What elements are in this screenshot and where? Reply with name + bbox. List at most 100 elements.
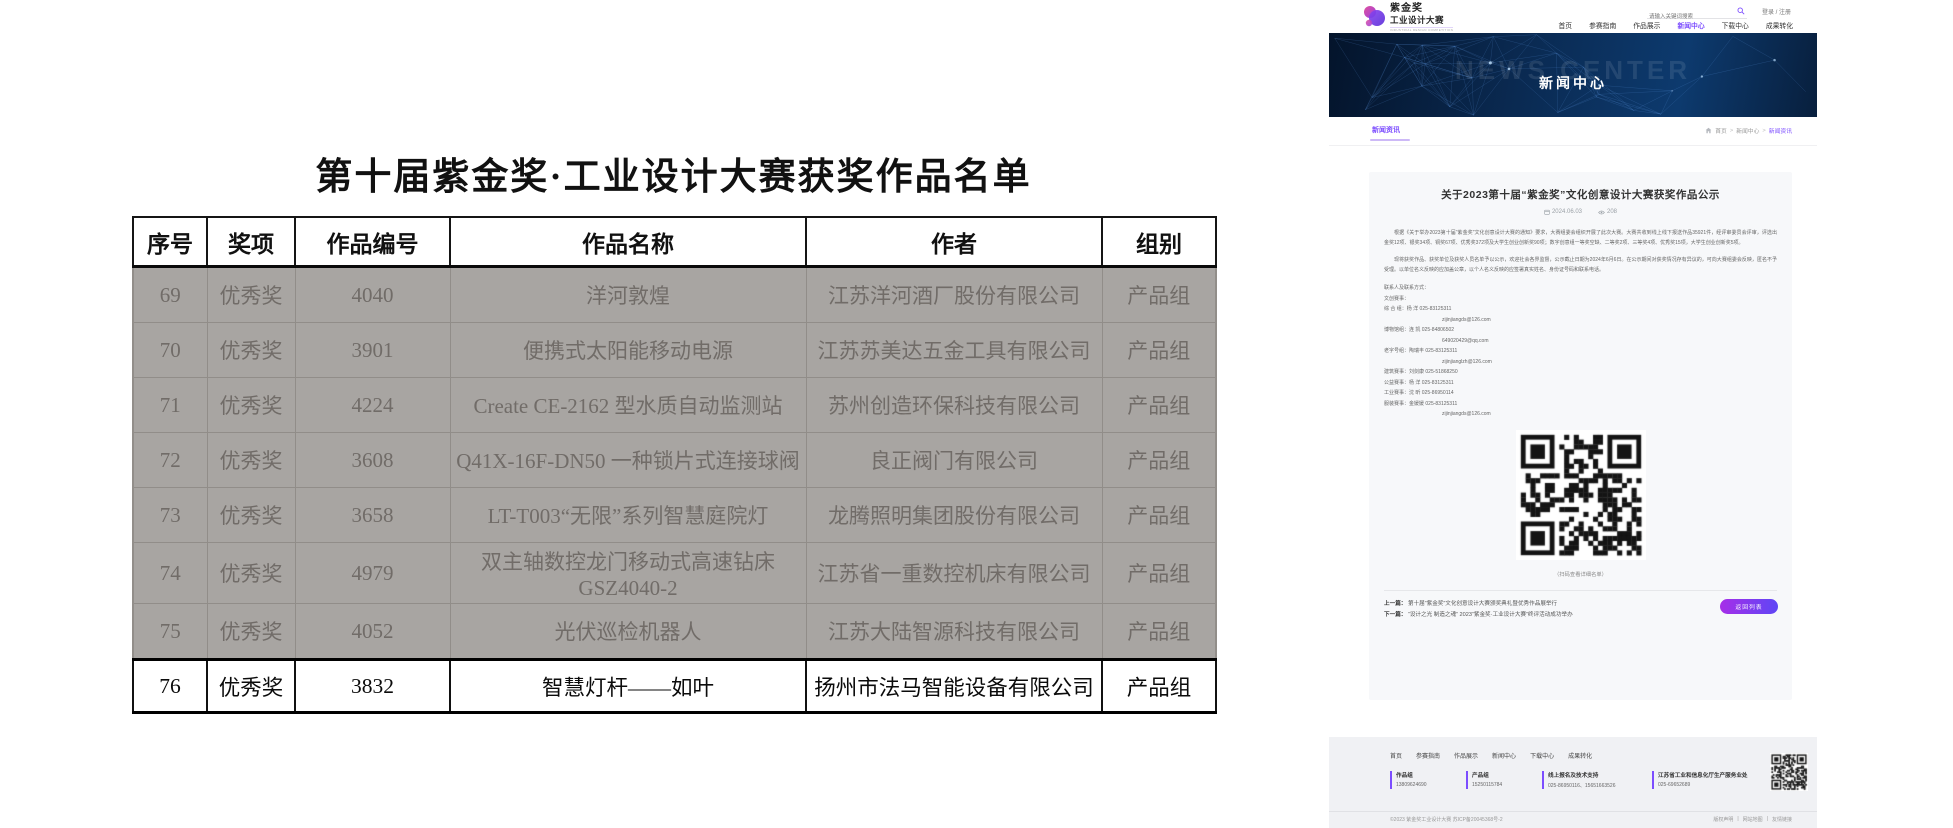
footer-link-separator: | bbox=[1767, 816, 1768, 823]
search-icon[interactable] bbox=[1737, 7, 1745, 15]
contact-line: 综 合 组：杨 洋 025-83125311 bbox=[1384, 304, 1777, 315]
breadcrumb-item[interactable]: 首页 bbox=[1715, 126, 1727, 135]
nav-item-参赛指南[interactable]: 参赛指南 bbox=[1589, 20, 1616, 30]
table-cell: 优秀奖 bbox=[207, 543, 295, 604]
footer-contact-block: 作品组13809624690 bbox=[1390, 771, 1454, 789]
table-cell: 4979 bbox=[295, 543, 450, 604]
table-cell: 江苏洋河酒厂股份有限公司 bbox=[806, 267, 1102, 323]
table-cell: 产品组 bbox=[1102, 378, 1216, 433]
footer-link-separator: | bbox=[1737, 816, 1738, 823]
table-cell: 4224 bbox=[295, 378, 450, 433]
prev-article-link[interactable]: 第十届“紫金奖”文化创意设计大赛颁奖典礼暨优秀作品展举行 bbox=[1408, 601, 1557, 607]
table-row: 75优秀奖4052光伏巡检机器人江苏大陆智源科技有限公司产品组 bbox=[133, 604, 1216, 660]
search-input[interactable] bbox=[1647, 12, 1733, 20]
logo-subtitle: 工业设计大赛 bbox=[1390, 16, 1453, 25]
contact-line: 工业赛事：沈 昕 025-86950114 bbox=[1384, 388, 1777, 399]
register-link[interactable]: 注册 bbox=[1779, 10, 1791, 16]
table-cell: 扬州市法马智能设备有限公司 bbox=[806, 660, 1102, 713]
article-date: 2024.06.03 bbox=[1552, 209, 1582, 215]
contact-heading: 联系人及联系方式： bbox=[1384, 283, 1777, 294]
logo-icon bbox=[1363, 4, 1386, 28]
tab-underline bbox=[1370, 139, 1410, 141]
hero-title: 新闻中心 bbox=[1539, 73, 1607, 93]
footer-links: 版权声明 | 网站地图 | 友情链接 bbox=[1713, 816, 1792, 823]
calendar-icon bbox=[1544, 209, 1550, 215]
site-footer: 首页 参赛指南 作品展示 新闻中心 下载中心 成果转化 作品组13809624690产品组… bbox=[1329, 737, 1817, 828]
site-topbar: 紫金奖 工业设计大赛 INDUSTRIAL DESIGN COMPETITION… bbox=[1329, 0, 1817, 33]
nav-item-首页[interactable]: 首页 bbox=[1558, 20, 1572, 30]
site-logo[interactable]: 紫金奖 工业设计大赛 INDUSTRIAL DESIGN COMPETITION bbox=[1363, 4, 1453, 32]
table-cell: 优秀奖 bbox=[207, 660, 295, 713]
footer-contact-title: 江苏省工业和信息化厅生产服务业处 bbox=[1658, 771, 1768, 779]
footer-link[interactable]: 友情链接 bbox=[1772, 816, 1792, 823]
table-cell: 洋河敦煌 bbox=[450, 267, 806, 323]
nav-item-新闻中心[interactable]: 新闻中心 bbox=[1677, 20, 1704, 30]
qr-code-image bbox=[1516, 430, 1646, 560]
contact-line: 博物馆组：连 凯 025-84806502 bbox=[1384, 325, 1777, 336]
table-header-row: 序号奖项作品编号作品名称作者组别 bbox=[133, 217, 1216, 267]
table-cell: Create CE-2162 型水质自动监测站 bbox=[450, 378, 806, 433]
table-cell: 产品组 bbox=[1102, 604, 1216, 660]
contact-line: 649020429@qq.com bbox=[1384, 336, 1777, 347]
award-document: 第十届紫金奖·工业设计大赛获奖作品名单 序号奖项作品编号作品名称作者组别69优秀… bbox=[132, 146, 1215, 714]
next-article-link[interactable]: “设计之光 制造之魂” 2023“紫金奖·工业设计大赛”终评活动成功举办 bbox=[1408, 612, 1573, 618]
award-table: 序号奖项作品编号作品名称作者组别69优秀奖4040洋河敦煌江苏洋河酒厂股份有限公… bbox=[132, 216, 1217, 714]
table-row: 70优秀奖3901便携式太阳能移动电源江苏苏美达五金工具有限公司产品组 bbox=[133, 323, 1216, 378]
table-cell: 73 bbox=[133, 488, 207, 543]
column-header: 奖项 bbox=[207, 217, 295, 267]
logo-caption: INDUSTRIAL DESIGN COMPETITION bbox=[1390, 27, 1453, 32]
table-cell: 3832 bbox=[295, 660, 450, 713]
footer-nav-item-新闻中心[interactable]: 新闻中心 bbox=[1492, 751, 1516, 760]
footer-nav-item-首页[interactable]: 首页 bbox=[1390, 751, 1402, 760]
table-cell: 71 bbox=[133, 378, 207, 433]
column-header: 作者 bbox=[806, 217, 1102, 267]
breadcrumb-item[interactable]: 新闻中心 bbox=[1736, 126, 1759, 135]
contact-line: 建筑赛事：刘剑康 025-51868250 bbox=[1384, 367, 1777, 378]
footer-nav-item-成果转化[interactable]: 成果转化 bbox=[1568, 751, 1592, 760]
hero-banner: NEWS CENTER 新闻中心 bbox=[1329, 33, 1817, 117]
table-cell: 3608 bbox=[295, 433, 450, 488]
column-header: 作品名称 bbox=[450, 217, 806, 267]
qr-caption: （扫码查看详细名单） bbox=[1369, 570, 1792, 578]
tab-news[interactable]: 新闻资讯 bbox=[1372, 125, 1400, 135]
table-cell: LT-T003“无限”系列智慧庭院灯 bbox=[450, 488, 806, 543]
table-cell: 75 bbox=[133, 604, 207, 660]
contact-line: zijinjiangds@126.com bbox=[1384, 409, 1777, 420]
footer-link[interactable]: 版权声明 bbox=[1713, 816, 1733, 823]
footer-nav-item-下载中心[interactable]: 下载中心 bbox=[1530, 751, 1554, 760]
table-cell: 优秀奖 bbox=[207, 604, 295, 660]
footer-link[interactable]: 网站地图 bbox=[1743, 816, 1763, 823]
subnav-bar: 新闻资讯 首页>新闻中心>新闻资讯 bbox=[1329, 117, 1817, 146]
table-cell: 智慧灯杆——如叶 bbox=[450, 660, 806, 713]
nav-item-下载中心[interactable]: 下载中心 bbox=[1722, 20, 1749, 30]
footer-nav-item-参赛指南[interactable]: 参赛指南 bbox=[1416, 751, 1440, 760]
table-cell: 产品组 bbox=[1102, 488, 1216, 543]
article-views: 208 bbox=[1607, 209, 1617, 215]
breadcrumb-separator: > bbox=[1730, 128, 1733, 134]
footer-nav-item-作品展示[interactable]: 作品展示 bbox=[1454, 751, 1478, 760]
table-row: 76优秀奖3832智慧灯杆——如叶扬州市法马智能设备有限公司产品组 bbox=[133, 660, 1216, 713]
back-to-list-button[interactable]: 返回列表 bbox=[1720, 599, 1778, 614]
breadcrumb-item[interactable]: 新闻资讯 bbox=[1769, 126, 1792, 135]
footer-contacts: 作品组13809624690产品组15250115784线上报名及技术支持025… bbox=[1390, 771, 1768, 789]
login-link[interactable]: 登录 bbox=[1762, 10, 1774, 16]
document-title: 第十届紫金奖·工业设计大赛获奖作品名单 bbox=[132, 146, 1215, 200]
article-card: 关于2023第十届“紫金奖”文化创意设计大赛获奖作品公示 2024.06.03 … bbox=[1369, 172, 1792, 700]
table-cell: 产品组 bbox=[1102, 267, 1216, 323]
nav-item-作品展示[interactable]: 作品展示 bbox=[1633, 20, 1660, 30]
table-row: 74优秀奖4979双主轴数控龙门移动式高速钻床 GSZ4040-2江苏省一重数控… bbox=[133, 543, 1216, 604]
auth-links: 登录 / 注册 bbox=[1762, 7, 1791, 16]
column-header: 组别 bbox=[1102, 217, 1216, 267]
table-cell: 优秀奖 bbox=[207, 267, 295, 323]
table-cell: 4040 bbox=[295, 267, 450, 323]
nav-item-成果转化[interactable]: 成果转化 bbox=[1766, 20, 1793, 30]
table-cell: 70 bbox=[133, 323, 207, 378]
footer-contact-title: 线上报名及技术支持 bbox=[1548, 771, 1640, 779]
table-row: 72优秀奖3608Q41X-16F-DN50 一种锁片式连接球阀良正阀门有限公司… bbox=[133, 433, 1216, 488]
prev-next-section: 上一篇： 第十届“紫金奖”文化创意设计大赛颁奖典礼暨优秀作品展举行 下一篇： “… bbox=[1369, 591, 1792, 622]
home-icon[interactable] bbox=[1705, 127, 1712, 134]
table-cell: 光伏巡检机器人 bbox=[450, 604, 806, 660]
footer-contact-block: 线上报名及技术支持025-86950116、15651663526 bbox=[1542, 771, 1640, 789]
next-label: 下一篇： bbox=[1384, 612, 1406, 618]
main-navigation: 首页 参赛指南 作品展示 新闻中心 下载中心 成果转化 bbox=[1558, 20, 1793, 30]
